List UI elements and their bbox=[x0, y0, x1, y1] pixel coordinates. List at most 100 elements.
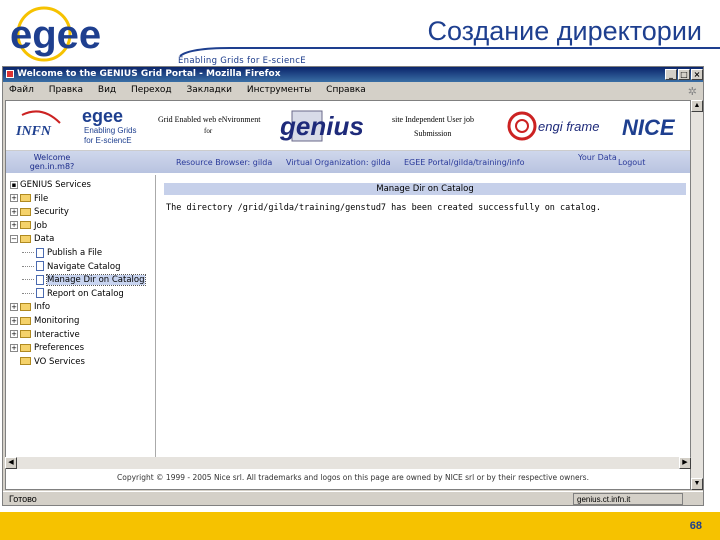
folder-icon bbox=[20, 194, 31, 203]
tagline: Enabling Grids for E-sciencE bbox=[178, 56, 306, 66]
tree-item[interactable]: + Info bbox=[10, 301, 50, 313]
status-text: Готово bbox=[9, 494, 37, 504]
expand-icon[interactable]: + bbox=[10, 316, 18, 325]
tree-item[interactable]: ▪ GENIUS Services bbox=[10, 179, 91, 191]
tree-item-label: Navigate Catalog bbox=[47, 261, 121, 272]
vertical-scrollbar[interactable]: ▲ ▼ bbox=[691, 100, 703, 490]
gene-sub: for bbox=[204, 127, 213, 135]
expand-icon[interactable]: + bbox=[10, 330, 18, 339]
svg-text:engi frame: engi frame bbox=[538, 119, 599, 134]
folder-icon bbox=[20, 207, 31, 216]
tree-item[interactable]: + File bbox=[10, 193, 48, 205]
tree-item[interactable]: Navigate Catalog bbox=[22, 261, 120, 273]
menu-edit[interactable]: Правка bbox=[43, 83, 89, 98]
tree-item-label: Manage Dir on Catalog bbox=[46, 274, 146, 287]
svg-text:for E-sciencE: for E-sciencE bbox=[84, 136, 132, 145]
menu-bookmarks[interactable]: Закладки bbox=[181, 83, 239, 98]
svg-text:Enabling Grids: Enabling Grids bbox=[84, 126, 136, 135]
slide-footer: 68 bbox=[0, 512, 720, 540]
status-host: genius.ct.infn.it bbox=[573, 493, 683, 505]
tree-connector bbox=[22, 279, 34, 281]
status-bar: Готово genius.ct.infn.it bbox=[3, 491, 703, 505]
tree-item[interactable]: + Job bbox=[10, 220, 47, 232]
gene-text: Grid Enabled web eNvironment bbox=[158, 115, 261, 124]
tree-item[interactable]: Manage Dir on Catalog bbox=[22, 274, 146, 287]
document-icon bbox=[36, 288, 44, 299]
close-icon[interactable]: × bbox=[691, 69, 703, 80]
folder-icon bbox=[20, 234, 31, 243]
tree-item[interactable]: Report on Catalog bbox=[22, 288, 124, 300]
nav-link-virtual-organization[interactable]: Virtual Organization: gilda bbox=[286, 158, 391, 167]
tree-item-label: Monitoring bbox=[34, 316, 80, 326]
tree-item[interactable]: + Security bbox=[10, 206, 69, 218]
nav-date[interactable]: Your Data bbox=[578, 153, 617, 162]
tree-item[interactable]: + Monitoring bbox=[10, 315, 79, 327]
tree-connector bbox=[22, 292, 34, 294]
folder-icon bbox=[20, 357, 31, 366]
tree-item-label: Preferences bbox=[34, 343, 84, 354]
expand-icon[interactable]: + bbox=[10, 302, 18, 311]
expand-icon[interactable]: + bbox=[10, 221, 18, 230]
menu-help[interactable]: Справка bbox=[320, 83, 372, 98]
presentation-slide: egee Enabling Grids for E-sciencE Создан… bbox=[0, 0, 720, 540]
tree-item[interactable]: + Preferences bbox=[10, 342, 84, 354]
menu-go[interactable]: Переход bbox=[125, 83, 178, 98]
scroll-left-icon[interactable]: ◀ bbox=[5, 457, 17, 469]
portal-banner: INFN egee Enabling Grids for E-sciencE G… bbox=[6, 101, 690, 151]
throbber-icon: ✲ bbox=[687, 85, 697, 98]
document-icon bbox=[36, 261, 44, 272]
tree-root-icon: ▪ bbox=[10, 180, 18, 189]
horizontal-scrollbar[interactable]: ◀ ▶ bbox=[5, 457, 691, 469]
infn-logo: INFN bbox=[15, 110, 61, 139]
tree-item-label: Info bbox=[34, 302, 51, 313]
folder-icon bbox=[20, 316, 31, 325]
tree-item-label: Data bbox=[34, 234, 55, 245]
svg-text:INFN: INFN bbox=[15, 124, 52, 139]
minimize-icon[interactable]: _ bbox=[665, 69, 677, 80]
tree-connector bbox=[22, 265, 34, 267]
expand-icon[interactable]: + bbox=[10, 207, 18, 216]
logout-link[interactable]: Logout bbox=[618, 158, 645, 167]
svg-text:egee: egee bbox=[82, 106, 123, 126]
menu-bar: Файл Правка Вид Переход Закладки Инструм… bbox=[3, 83, 703, 98]
menu-file[interactable]: Файл bbox=[3, 83, 40, 98]
svg-text:egee: egee bbox=[10, 13, 101, 57]
maximize-icon[interactable]: □ bbox=[678, 69, 690, 80]
copyright-text: Copyright © 1999 - 2005 Nice srl. All tr… bbox=[117, 473, 589, 482]
menu-view[interactable]: Вид bbox=[92, 83, 122, 98]
nav-link-egee-portal[interactable]: EGEE Portal/gilda/training/info bbox=[404, 158, 524, 167]
tree-item[interactable]: VO Services bbox=[10, 356, 85, 368]
nice-logo: NICE bbox=[622, 115, 676, 140]
expand-icon[interactable]: + bbox=[10, 343, 18, 352]
expand-icon[interactable]: + bbox=[10, 194, 18, 203]
piu-text: site Independent User job bbox=[392, 115, 474, 124]
folder-icon bbox=[20, 330, 31, 339]
collapse-icon[interactable]: − bbox=[10, 234, 18, 243]
tree-item[interactable]: + Interactive bbox=[10, 329, 80, 341]
svg-text:genius: genius bbox=[279, 111, 364, 141]
tree-item-label: Interactive bbox=[34, 329, 80, 340]
tree-item[interactable]: Publish a File bbox=[22, 247, 102, 259]
scroll-up-icon[interactable]: ▲ bbox=[691, 100, 703, 112]
services-tree: ▪ GENIUS Services + File + Security + Job − Data P… bbox=[6, 175, 156, 460]
tree-item-label: Publish a File bbox=[47, 248, 103, 258]
scroll-right-icon[interactable]: ▶ bbox=[679, 457, 691, 469]
nav-link-resource-browser[interactable]: Resource Browser: gilda bbox=[176, 158, 272, 167]
egee-banner-logo: egee Enabling Grids for E-sciencE bbox=[82, 106, 136, 145]
egee-logo: egee bbox=[4, 2, 176, 64]
tree-item-label: VO Services bbox=[34, 356, 85, 367]
content-header: Manage Dir on Catalog bbox=[164, 183, 686, 195]
success-message: The directory /grid/gilda/training/genst… bbox=[166, 203, 601, 213]
tree-item[interactable]: − Data bbox=[10, 233, 54, 245]
svg-text:NICE: NICE bbox=[622, 115, 676, 140]
window-titlebar: Welcome to the GENIUS Grid Portal - Mozi… bbox=[3, 67, 703, 82]
page-number: 68 bbox=[689, 520, 702, 532]
folder-icon bbox=[20, 221, 31, 230]
enginframe-logo: engi frame bbox=[507, 111, 599, 141]
tree-item-label: Report on Catalog bbox=[47, 288, 124, 299]
tree-item-label: Security bbox=[34, 207, 69, 218]
menu-tools[interactable]: Инструменты bbox=[241, 83, 317, 98]
window-title: Welcome to the GENIUS Grid Portal - Mozi… bbox=[17, 69, 281, 79]
firefox-icon bbox=[6, 70, 14, 78]
document-icon bbox=[36, 274, 44, 285]
